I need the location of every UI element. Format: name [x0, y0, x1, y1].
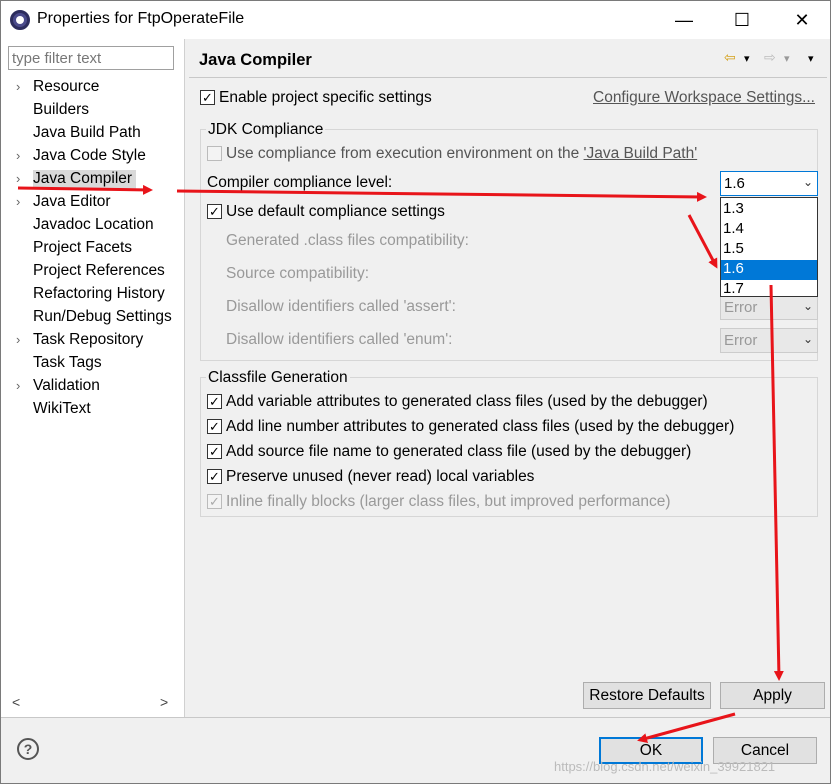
- tree-item-javadoc-location[interactable]: Javadoc Location: [1, 215, 185, 238]
- tree-item-java-compiler[interactable]: › Java Compiler: [1, 169, 185, 192]
- jdk-compliance-title: JDK Compliance: [206, 121, 326, 139]
- window-title: Properties for FtpOperateFile: [37, 10, 245, 27]
- properties-dialog: Properties for FtpOperateFile — ☐ ✕ ›Res…: [0, 0, 831, 784]
- forward-menu-icon[interactable]: ▾: [784, 52, 790, 65]
- tree-item-validation[interactable]: › Validation: [1, 376, 185, 399]
- tree-item-task-repository[interactable]: › Task Repository: [1, 330, 185, 353]
- maximize-button[interactable]: ☐: [719, 5, 765, 35]
- use-env-checkbox[interactable]: [207, 146, 222, 161]
- generated-compat-label: Generated .class files compatibility:: [226, 232, 469, 249]
- use-env-label: Use compliance from execution environmen…: [226, 145, 698, 162]
- enable-specific-label: Enable project specific settings: [219, 89, 432, 106]
- back-arrow-icon[interactable]: ⇦: [724, 49, 736, 66]
- eclipse-app-icon: [10, 10, 30, 30]
- preference-tree-pane: ›Resource Builders Java Build Path ›Java…: [1, 39, 185, 717]
- back-menu-icon[interactable]: ▾: [744, 52, 750, 65]
- tree-item-run-debug-settings[interactable]: Run/Debug Settings: [1, 307, 185, 330]
- disallow-enum-label: Disallow identifiers called 'enum':: [226, 331, 453, 348]
- tree-item-wikitext[interactable]: WikiText: [1, 399, 185, 422]
- tree-item-builders[interactable]: Builders: [1, 100, 185, 123]
- forward-arrow-icon[interactable]: ⇨: [764, 49, 776, 66]
- option-1-4[interactable]: 1.4: [721, 220, 817, 240]
- compliance-level-dropdown: 1.3 1.4 1.5 1.6 1.7: [720, 197, 818, 297]
- add-line-number-label: Add line number attributes to generated …: [226, 418, 735, 435]
- option-1-6[interactable]: 1.6: [721, 260, 817, 280]
- watermark-text: https://blog.csdn.net/weixin_39921821: [554, 759, 776, 774]
- horizontal-scrollbar[interactable]: < >: [8, 694, 178, 714]
- chevron-down-icon: ⌄: [802, 332, 813, 346]
- disallow-assert-label: Disallow identifiers called 'assert':: [226, 298, 456, 315]
- add-source-file-checkbox[interactable]: ✓: [207, 444, 222, 459]
- add-line-number-checkbox[interactable]: ✓: [207, 419, 222, 434]
- tree-item-refactoring-history[interactable]: Refactoring History: [1, 284, 185, 307]
- expand-arrow-icon[interactable]: ›: [16, 378, 20, 393]
- tree-item-task-tags[interactable]: Task Tags: [1, 353, 185, 376]
- view-menu-icon[interactable]: ▾: [808, 52, 814, 65]
- inline-finally-checkbox[interactable]: ✓: [207, 494, 222, 509]
- tree-item-java-build-path[interactable]: Java Build Path: [1, 123, 185, 146]
- compliance-level-label: Compiler compliance level:: [207, 174, 393, 191]
- java-build-path-link[interactable]: 'Java Build Path': [584, 145, 698, 162]
- scroll-right-icon[interactable]: >: [160, 694, 168, 710]
- option-1-7[interactable]: 1.7: [721, 280, 817, 297]
- java-compiler-page: Java Compiler ⇦ ▾ ⇨ ▾ ▾ ✓ Enable project…: [186, 39, 830, 717]
- tree-item-java-editor[interactable]: › Java Editor: [1, 192, 185, 215]
- title-bar: Properties for FtpOperateFile — ☐ ✕: [1, 1, 830, 39]
- tree-item-project-facets[interactable]: Project Facets: [1, 238, 185, 261]
- expand-arrow-icon[interactable]: ›: [16, 171, 20, 186]
- help-icon[interactable]: ?: [17, 738, 39, 760]
- add-source-file-label: Add source file name to generated class …: [226, 443, 692, 460]
- footer-separator: [1, 717, 830, 718]
- option-1-3[interactable]: 1.3: [721, 200, 817, 220]
- tree-item-resource[interactable]: › Resource: [1, 77, 185, 100]
- close-button[interactable]: ✕: [779, 5, 825, 35]
- option-1-5[interactable]: 1.5: [721, 240, 817, 260]
- chevron-down-icon: ⌄: [802, 175, 813, 189]
- restore-defaults-button[interactable]: Restore Defaults: [583, 682, 711, 709]
- scroll-left-icon[interactable]: <: [12, 694, 20, 710]
- tree-item-java-code-style[interactable]: › Java Code Style: [1, 146, 185, 169]
- tree-item-project-references[interactable]: Project References: [1, 261, 185, 284]
- filter-input[interactable]: [8, 46, 174, 70]
- inline-finally-label: Inline finally blocks (larger class file…: [226, 493, 671, 510]
- expand-arrow-icon[interactable]: ›: [16, 194, 20, 209]
- source-compat-label: Source compatibility:: [226, 265, 370, 282]
- disallow-assert-select[interactable]: Error ⌄: [720, 295, 818, 320]
- chevron-down-icon: ⌄: [802, 299, 813, 313]
- use-default-compliance-label: Use default compliance settings: [226, 203, 445, 220]
- minimize-button[interactable]: —: [661, 5, 707, 35]
- disallow-enum-select[interactable]: Error ⌄: [720, 328, 818, 353]
- expand-arrow-icon[interactable]: ›: [16, 148, 20, 163]
- title-separator: [189, 77, 827, 78]
- classfile-generation-title: Classfile Generation: [206, 369, 350, 387]
- page-title: Java Compiler: [199, 51, 312, 69]
- expand-arrow-icon[interactable]: ›: [16, 79, 20, 94]
- enable-specific-checkbox[interactable]: ✓: [200, 90, 215, 105]
- compliance-level-select[interactable]: 1.6 ⌄: [720, 171, 818, 196]
- add-variable-attributes-label: Add variable attributes to generated cla…: [226, 393, 708, 410]
- use-default-compliance-checkbox[interactable]: ✓: [207, 204, 222, 219]
- preserve-unused-checkbox[interactable]: ✓: [207, 469, 222, 484]
- configure-workspace-link[interactable]: Configure Workspace Settings...: [593, 89, 815, 107]
- page-navigation: ⇦ ▾ ⇨ ▾ ▾: [724, 49, 824, 69]
- expand-arrow-icon[interactable]: ›: [16, 332, 20, 347]
- preserve-unused-label: Preserve unused (never read) local varia…: [226, 468, 535, 485]
- apply-button[interactable]: Apply: [720, 682, 825, 709]
- add-variable-attributes-checkbox[interactable]: ✓: [207, 394, 222, 409]
